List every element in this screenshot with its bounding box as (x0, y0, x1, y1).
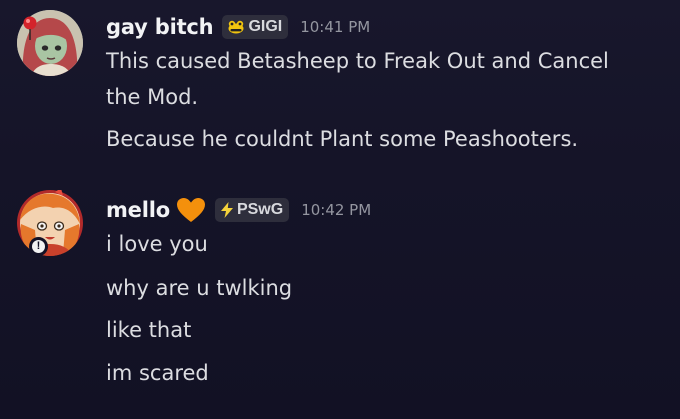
message-text: why are u twlking (106, 276, 293, 300)
avatar-image (17, 10, 83, 76)
message-text: im scared (106, 361, 209, 385)
message-group-2: ! mello PSwG 10:42 PM i love you why are… (0, 180, 680, 419)
message-header: mello PSwG 10:42 PM (106, 196, 371, 224)
lightning-icon (220, 202, 234, 218)
server-tag-label: GIGI (248, 18, 283, 35)
message-text: the Mod. (106, 85, 199, 109)
status-badge-label: ! (32, 240, 45, 253)
status-badge: ! (29, 237, 48, 256)
server-tag[interactable]: GIGI (222, 15, 289, 39)
timestamp[interactable]: 10:42 PM (301, 201, 371, 219)
server-tag-label: PSwG (236, 201, 284, 218)
avatar[interactable] (17, 10, 83, 76)
username[interactable]: mello (106, 198, 170, 222)
frog-icon (227, 20, 245, 34)
message-text: i love you (106, 232, 208, 256)
avatar[interactable]: ! (17, 190, 83, 256)
username[interactable]: gay bitch (106, 15, 214, 39)
message-text: Because he couldnt Plant some Peashooter… (106, 127, 579, 151)
message-text: like that (106, 318, 192, 342)
avatar-image (17, 190, 83, 256)
timestamp[interactable]: 10:41 PM (300, 18, 370, 36)
orange-heart-icon (176, 197, 206, 223)
message-group-1: gay bitch GIGI 10:41 PM This caused Beta… (0, 0, 680, 190)
server-tag[interactable]: PSwG (214, 198, 290, 222)
message-header: gay bitch GIGI 10:41 PM (106, 13, 370, 41)
message-text: This caused Betasheep to Freak Out and C… (106, 49, 609, 73)
